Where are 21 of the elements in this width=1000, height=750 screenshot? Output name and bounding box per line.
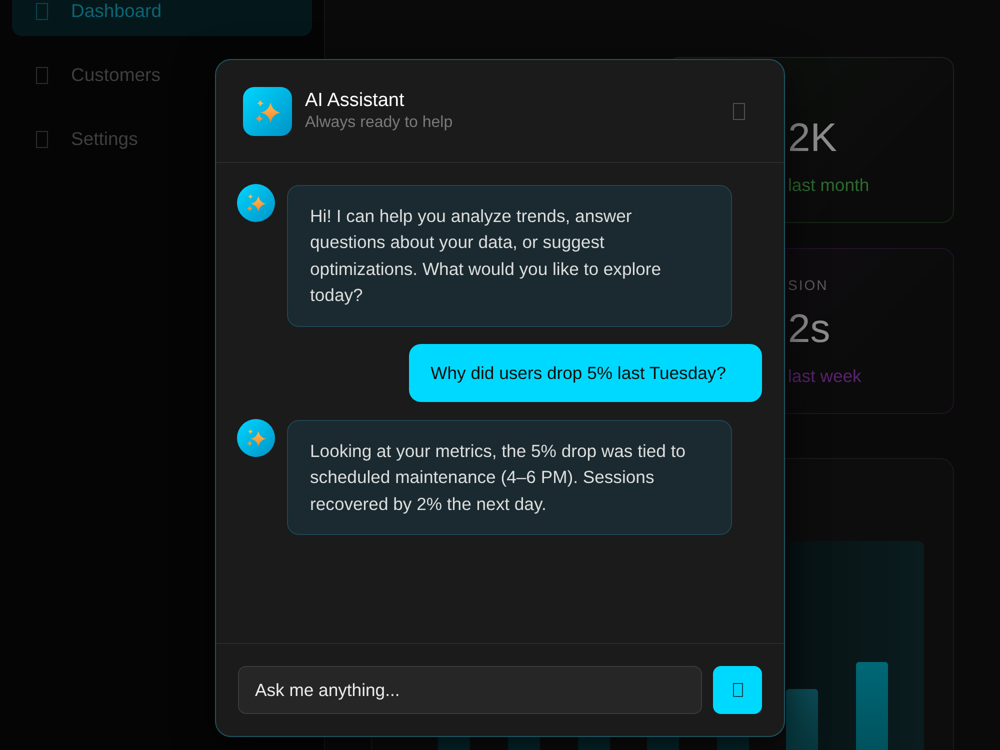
dialog-title: AI Assistant (305, 90, 406, 112)
sidebar-item[interactable]: Dashboard (12, 0, 312, 36)
sparkle-icon (243, 86, 292, 136)
send-button[interactable] (713, 666, 762, 714)
missing-glyph-icon (36, 66, 48, 84)
dialog-subtitle: Always ready to help (305, 112, 453, 132)
missing-glyph-icon (36, 130, 48, 148)
chart-bar (786, 689, 818, 750)
stat-value: 2K (788, 116, 837, 160)
assistant-message: Hi! I can help you analyze trends, answer questions about your data, or suggest optimizations. What would you like to explore today? (287, 185, 732, 327)
missing-glyph-icon (36, 2, 48, 20)
stat-label: SION (788, 277, 828, 293)
user-message: Why did users drop 5% last Tuesday? (408, 344, 762, 402)
sparkle-avatar-icon (237, 184, 275, 222)
stat-change: last week (788, 366, 862, 386)
stat-change: last month (788, 175, 870, 195)
missing-glyph-icon (732, 683, 742, 697)
stat-value: 2s (788, 307, 830, 351)
sparkle-avatar-icon (237, 419, 275, 458)
assistant-message: Looking at your metrics, the 5% drop was tied to scheduled maintenance (4–6 PM). Sessions recovered by 2% the next day. (287, 420, 732, 536)
message-input[interactable]: Ask me anything... (238, 666, 702, 714)
